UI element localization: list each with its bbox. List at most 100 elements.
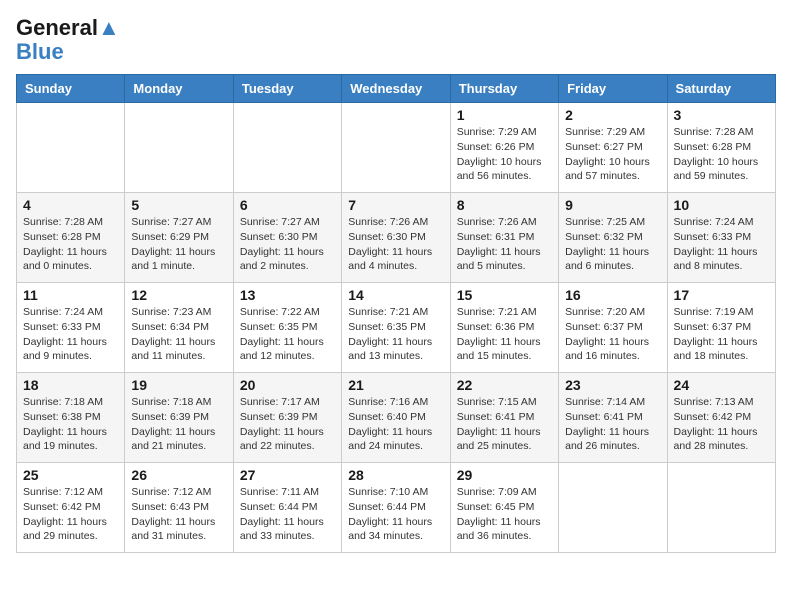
calendar-header-thursday: Thursday xyxy=(450,75,558,103)
day-info: Sunrise: 7:09 AMSunset: 6:45 PMDaylight:… xyxy=(457,485,552,544)
logo-blue: Blue xyxy=(16,40,120,64)
day-info: Sunrise: 7:12 AMSunset: 6:42 PMDaylight:… xyxy=(23,485,118,544)
calendar-header-sunday: Sunday xyxy=(17,75,125,103)
day-number: 25 xyxy=(23,467,118,483)
day-number: 5 xyxy=(131,197,226,213)
calendar-header-friday: Friday xyxy=(559,75,667,103)
logo: General▲ Blue xyxy=(16,16,120,64)
calendar-table: SundayMondayTuesdayWednesdayThursdayFrid… xyxy=(16,74,776,553)
calendar-cell: 29 Sunrise: 7:09 AMSunset: 6:45 PMDayligh… xyxy=(450,463,558,553)
calendar-header-monday: Monday xyxy=(125,75,233,103)
calendar-cell: 18 Sunrise: 7:18 AMSunset: 6:38 PMDayligh… xyxy=(17,373,125,463)
calendar-cell: 11 Sunrise: 7:24 AMSunset: 6:33 PMDayligh… xyxy=(17,283,125,373)
day-info: Sunrise: 7:10 AMSunset: 6:44 PMDaylight:… xyxy=(348,485,443,544)
day-info: Sunrise: 7:17 AMSunset: 6:39 PMDaylight:… xyxy=(240,395,335,454)
day-number: 17 xyxy=(674,287,769,303)
day-info: Sunrise: 7:25 AMSunset: 6:32 PMDaylight:… xyxy=(565,215,660,274)
day-info: Sunrise: 7:29 AMSunset: 6:26 PMDaylight:… xyxy=(457,125,552,184)
day-number: 12 xyxy=(131,287,226,303)
calendar-cell: 10 Sunrise: 7:24 AMSunset: 6:33 PMDayligh… xyxy=(667,193,775,283)
day-number: 19 xyxy=(131,377,226,393)
day-number: 10 xyxy=(674,197,769,213)
day-number: 26 xyxy=(131,467,226,483)
calendar-cell: 6 Sunrise: 7:27 AMSunset: 6:30 PMDaylight… xyxy=(233,193,341,283)
calendar-week-5: 25 Sunrise: 7:12 AMSunset: 6:42 PMDayligh… xyxy=(17,463,776,553)
calendar-header-tuesday: Tuesday xyxy=(233,75,341,103)
day-info: Sunrise: 7:24 AMSunset: 6:33 PMDaylight:… xyxy=(23,305,118,364)
day-info: Sunrise: 7:28 AMSunset: 6:28 PMDaylight:… xyxy=(674,125,769,184)
day-info: Sunrise: 7:12 AMSunset: 6:43 PMDaylight:… xyxy=(131,485,226,544)
day-info: Sunrise: 7:15 AMSunset: 6:41 PMDaylight:… xyxy=(457,395,552,454)
day-number: 29 xyxy=(457,467,552,483)
calendar-week-1: 1 Sunrise: 7:29 AMSunset: 6:26 PMDaylight… xyxy=(17,103,776,193)
day-info: Sunrise: 7:11 AMSunset: 6:44 PMDaylight:… xyxy=(240,485,335,544)
day-info: Sunrise: 7:22 AMSunset: 6:35 PMDaylight:… xyxy=(240,305,335,364)
day-number: 27 xyxy=(240,467,335,483)
day-info: Sunrise: 7:13 AMSunset: 6:42 PMDaylight:… xyxy=(674,395,769,454)
calendar-cell: 19 Sunrise: 7:18 AMSunset: 6:39 PMDayligh… xyxy=(125,373,233,463)
day-info: Sunrise: 7:23 AMSunset: 6:34 PMDaylight:… xyxy=(131,305,226,364)
day-info: Sunrise: 7:27 AMSunset: 6:30 PMDaylight:… xyxy=(240,215,335,274)
calendar-cell: 9Sunrise: 7:25 AMSunset: 6:32 PMDaylight… xyxy=(559,193,667,283)
calendar-cell: 14 Sunrise: 7:21 AMSunset: 6:35 PMDayligh… xyxy=(342,283,450,373)
calendar-cell: 24 Sunrise: 7:13 AMSunset: 6:42 PMDayligh… xyxy=(667,373,775,463)
calendar-cell: 1 Sunrise: 7:29 AMSunset: 6:26 PMDaylight… xyxy=(450,103,558,193)
calendar-cell xyxy=(667,463,775,553)
day-number: 1 xyxy=(457,107,552,123)
calendar-cell: 5 Sunrise: 7:27 AMSunset: 6:29 PMDaylight… xyxy=(125,193,233,283)
calendar-cell: 2 Sunrise: 7:29 AMSunset: 6:27 PMDaylight… xyxy=(559,103,667,193)
calendar-week-2: 4 Sunrise: 7:28 AMSunset: 6:28 PMDaylight… xyxy=(17,193,776,283)
calendar-cell: 21 Sunrise: 7:16 AMSunset: 6:40 PMDayligh… xyxy=(342,373,450,463)
day-info: Sunrise: 7:18 AMSunset: 6:39 PMDaylight:… xyxy=(131,395,226,454)
calendar-cell xyxy=(17,103,125,193)
day-info: Sunrise: 7:20 AMSunset: 6:37 PMDaylight:… xyxy=(565,305,660,364)
page-header: General▲ Blue xyxy=(16,16,776,64)
logo-text: General▲ xyxy=(16,16,120,40)
day-info: Sunrise: 7:21 AMSunset: 6:35 PMDaylight:… xyxy=(348,305,443,364)
day-info: Sunrise: 7:18 AMSunset: 6:38 PMDaylight:… xyxy=(23,395,118,454)
day-number: 14 xyxy=(348,287,443,303)
calendar-cell: 4 Sunrise: 7:28 AMSunset: 6:28 PMDaylight… xyxy=(17,193,125,283)
day-number: 23 xyxy=(565,377,660,393)
day-info: Sunrise: 7:26 AMSunset: 6:31 PMDaylight:… xyxy=(457,215,552,274)
day-number: 8 xyxy=(457,197,552,213)
day-number: 2 xyxy=(565,107,660,123)
day-number: 16 xyxy=(565,287,660,303)
calendar-header-wednesday: Wednesday xyxy=(342,75,450,103)
day-number: 11 xyxy=(23,287,118,303)
calendar-cell: 23Sunrise: 7:14 AMSunset: 6:41 PMDayligh… xyxy=(559,373,667,463)
day-number: 18 xyxy=(23,377,118,393)
calendar-cell: 25 Sunrise: 7:12 AMSunset: 6:42 PMDayligh… xyxy=(17,463,125,553)
day-info: Sunrise: 7:28 AMSunset: 6:28 PMDaylight:… xyxy=(23,215,118,274)
calendar-cell: 27 Sunrise: 7:11 AMSunset: 6:44 PMDayligh… xyxy=(233,463,341,553)
day-number: 15 xyxy=(457,287,552,303)
calendar-cell xyxy=(559,463,667,553)
day-number: 6 xyxy=(240,197,335,213)
calendar-header-row: SundayMondayTuesdayWednesdayThursdayFrid… xyxy=(17,75,776,103)
day-number: 4 xyxy=(23,197,118,213)
calendar-cell: 15 Sunrise: 7:21 AMSunset: 6:36 PMDayligh… xyxy=(450,283,558,373)
day-info: Sunrise: 7:16 AMSunset: 6:40 PMDaylight:… xyxy=(348,395,443,454)
day-number: 28 xyxy=(348,467,443,483)
day-info: Sunrise: 7:21 AMSunset: 6:36 PMDaylight:… xyxy=(457,305,552,364)
calendar-cell: 17 Sunrise: 7:19 AMSunset: 6:37 PMDayligh… xyxy=(667,283,775,373)
calendar-cell: 3 Sunrise: 7:28 AMSunset: 6:28 PMDaylight… xyxy=(667,103,775,193)
day-number: 13 xyxy=(240,287,335,303)
day-info: Sunrise: 7:24 AMSunset: 6:33 PMDaylight:… xyxy=(674,215,769,274)
day-info: Sunrise: 7:27 AMSunset: 6:29 PMDaylight:… xyxy=(131,215,226,274)
calendar-cell: 8 Sunrise: 7:26 AMSunset: 6:31 PMDaylight… xyxy=(450,193,558,283)
calendar-cell xyxy=(233,103,341,193)
day-number: 24 xyxy=(674,377,769,393)
day-number: 22 xyxy=(457,377,552,393)
day-number: 3 xyxy=(674,107,769,123)
calendar-cell: 7Sunrise: 7:26 AMSunset: 6:30 PMDaylight… xyxy=(342,193,450,283)
day-info: Sunrise: 7:26 AMSunset: 6:30 PMDaylight:… xyxy=(348,215,443,274)
day-number: 21 xyxy=(348,377,443,393)
calendar-cell xyxy=(125,103,233,193)
calendar-cell: 12 Sunrise: 7:23 AMSunset: 6:34 PMDayligh… xyxy=(125,283,233,373)
day-info: Sunrise: 7:29 AMSunset: 6:27 PMDaylight:… xyxy=(565,125,660,184)
calendar-cell xyxy=(342,103,450,193)
calendar-header-saturday: Saturday xyxy=(667,75,775,103)
day-number: 20 xyxy=(240,377,335,393)
day-info: Sunrise: 7:19 AMSunset: 6:37 PMDaylight:… xyxy=(674,305,769,364)
